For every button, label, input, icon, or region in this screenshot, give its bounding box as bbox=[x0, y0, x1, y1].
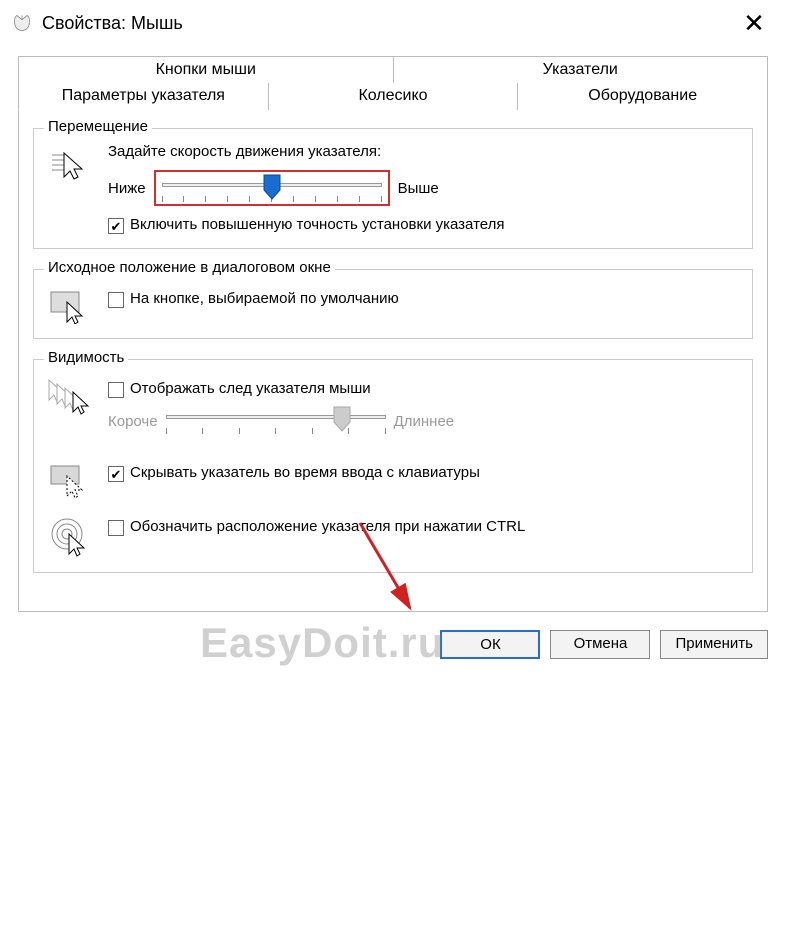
trails-checkbox[interactable]: Отображать след указателя мыши bbox=[108, 380, 742, 398]
mouse-icon bbox=[12, 13, 32, 33]
apply-button[interactable]: Применить bbox=[660, 630, 768, 659]
tab-strip: Кнопки мыши Указатели Параметры указател… bbox=[18, 56, 768, 110]
ctrl-checkbox[interactable]: Обозначить расположение указателя при на… bbox=[108, 518, 742, 536]
title-bar: Свойства: Мышь ✕ bbox=[0, 0, 786, 46]
motion-label: Задайте скорость движения указателя: bbox=[108, 143, 742, 160]
tab-page: Перемещение Задайте скорость движения ук… bbox=[18, 109, 768, 612]
ctrl-icon bbox=[44, 512, 96, 558]
enhance-precision-label: Включить повышенную точность установки у… bbox=[130, 216, 505, 233]
group-motion: Перемещение Задайте скорость движения ук… bbox=[33, 128, 753, 249]
trails-slider bbox=[166, 408, 386, 426]
tab-hardware[interactable]: Оборудование bbox=[517, 83, 768, 110]
speed-slider[interactable] bbox=[162, 176, 382, 194]
snap-icon bbox=[44, 284, 96, 324]
tab-wheel[interactable]: Колесико bbox=[268, 83, 518, 110]
hide-checkbox[interactable]: ✔ Скрывать указатель во время ввода с кл… bbox=[108, 464, 742, 482]
snap-label: На кнопке, выбираемой по умолчанию bbox=[130, 290, 399, 307]
close-button[interactable]: ✕ bbox=[734, 8, 774, 39]
ctrl-label: Обозначить расположение указателя при на… bbox=[130, 518, 525, 535]
trails-short-label: Короче bbox=[108, 413, 158, 430]
button-bar: ОК Отмена Применить bbox=[0, 622, 786, 673]
trails-slider-wrap bbox=[166, 408, 386, 434]
ok-button[interactable]: ОК bbox=[440, 630, 540, 659]
tab-pointers[interactable]: Указатели bbox=[393, 56, 769, 83]
hide-label: Скрывать указатель во время ввода с клав… bbox=[130, 464, 480, 481]
enhance-precision-checkbox[interactable]: ✔ Включить повышенную точность установки… bbox=[108, 216, 742, 234]
window-title: Свойства: Мышь bbox=[42, 13, 734, 34]
speed-high-label: Выше bbox=[398, 180, 439, 197]
group-visibility-legend: Видимость bbox=[44, 349, 128, 366]
group-snap-legend: Исходное положение в диалоговом окне bbox=[44, 259, 335, 276]
trails-long-label: Длиннее bbox=[394, 413, 455, 430]
speed-slider-highlight bbox=[154, 170, 390, 206]
group-visibility: Видимость bbox=[33, 359, 753, 573]
hide-icon bbox=[44, 458, 96, 498]
cancel-button[interactable]: Отмена bbox=[550, 630, 650, 659]
trails-label: Отображать след указателя мыши bbox=[130, 380, 371, 397]
motion-cursor-icon bbox=[44, 143, 96, 187]
tab-buttons[interactable]: Кнопки мыши bbox=[18, 56, 393, 83]
trails-icon bbox=[44, 374, 96, 418]
snap-checkbox[interactable]: На кнопке, выбираемой по умолчанию bbox=[108, 290, 742, 308]
speed-low-label: Ниже bbox=[108, 180, 146, 197]
group-motion-legend: Перемещение bbox=[44, 118, 152, 135]
tab-pointer-options[interactable]: Параметры указателя bbox=[18, 83, 268, 110]
group-snap: Исходное положение в диалоговом окне На … bbox=[33, 269, 753, 339]
